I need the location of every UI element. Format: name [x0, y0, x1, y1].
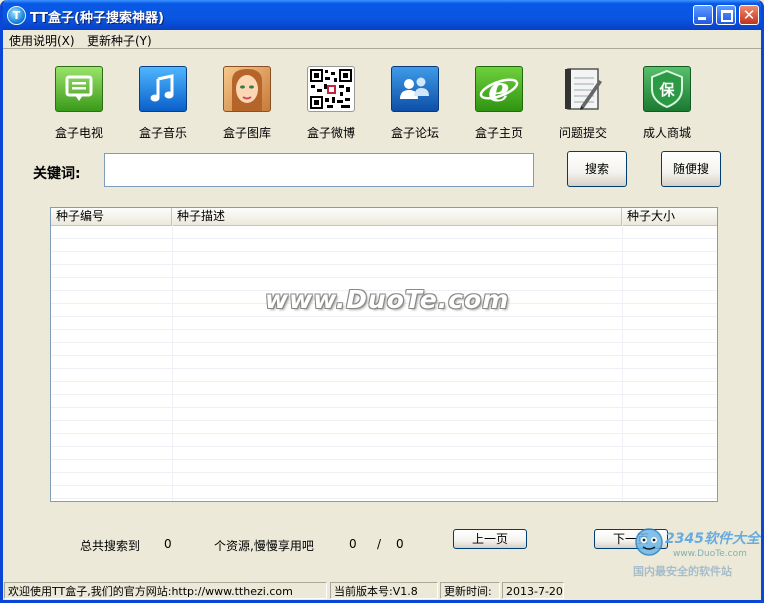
column-divider	[172, 225, 173, 501]
maximize-button[interactable]	[716, 5, 736, 25]
toolbar-item-tv[interactable]: 盒子电视	[43, 66, 115, 141]
current-page: 0	[349, 537, 357, 551]
table-row-line	[51, 420, 717, 421]
watermark-text: www.DuoTe.com	[265, 285, 510, 314]
notebook-icon	[559, 66, 607, 112]
toolbar-label: 成人商城	[642, 126, 691, 140]
status-bar: 欢迎使用TT盒子,我们的官方网站:http://www.tthezi.com 当…	[3, 580, 761, 600]
toolbar-label: 问题提交	[558, 126, 607, 140]
shield-icon: 保	[643, 66, 691, 112]
prev-page-button[interactable]: 上一页	[453, 529, 527, 549]
page-separator: /	[377, 537, 382, 551]
status-welcome: 欢迎使用TT盒子,我们的官方网站:http://www.tthezi.com	[4, 582, 327, 599]
table-row-line	[51, 368, 717, 369]
music-icon	[139, 66, 187, 112]
total-count: 0	[164, 537, 172, 551]
toolbar-label: 盒子微博	[306, 126, 355, 140]
toolbar-label: 盒子电视	[54, 126, 103, 140]
gallery-icon	[223, 66, 271, 112]
table-row-line	[51, 355, 717, 356]
tv-icon	[55, 66, 103, 112]
table-row-line	[51, 316, 717, 317]
random-search-button[interactable]: 随便搜	[661, 151, 721, 187]
window-title: TT盒子(种子搜索神器)	[30, 11, 164, 26]
column-header-seed-size[interactable]: 种子大小	[622, 208, 717, 225]
overlay-url: www.DuoTe.com	[673, 549, 747, 559]
title-bar[interactable]: T TT盒子(种子搜索神器) ✕	[3, 0, 761, 30]
table-row-line	[51, 251, 717, 252]
ie-home-icon: e	[475, 66, 523, 112]
toolbar-item-homepage[interactable]: e 盒子主页	[463, 66, 535, 141]
close-icon: ✕	[742, 6, 756, 24]
table-row-line	[51, 459, 717, 460]
table-row-line	[51, 446, 717, 447]
column-header-seed-description[interactable]: 种子描述	[172, 208, 622, 225]
table-header: 种子编号 种子描述 种子大小	[51, 208, 717, 226]
menu-separator	[3, 48, 761, 49]
menu-update-seeds[interactable]: 更新种子(Y)	[87, 32, 152, 49]
close-button[interactable]: ✕	[739, 5, 759, 25]
overlay-brand: 2345软件大全	[665, 530, 761, 547]
toolbar-item-gallery[interactable]: 盒子图库	[211, 66, 283, 141]
total-found-label: 总共搜索到	[80, 539, 141, 553]
toolbar-item-mall[interactable]: 保 成人商城	[631, 66, 703, 141]
table-row-line	[51, 472, 717, 473]
table-row-line	[51, 381, 717, 382]
status-update-date: 2013-7-20	[502, 582, 564, 599]
shield-glyph: 保	[658, 81, 675, 99]
site-overlay-logo: 2345软件大全 www.DuoTe.com 国内最安全的软件站	[629, 525, 761, 581]
table-row-line	[51, 329, 717, 330]
search-button[interactable]: 搜索	[567, 151, 627, 187]
status-version: 当前版本号:V1.8	[330, 582, 438, 599]
keyword-label: 关键词:	[33, 166, 81, 182]
results-table[interactable]: 种子编号 种子描述 种子大小	[50, 207, 718, 502]
menu-help[interactable]: 使用说明(X)	[9, 32, 75, 49]
keyword-input[interactable]	[104, 153, 534, 187]
column-divider	[622, 225, 623, 501]
app-icon[interactable]: T	[7, 6, 26, 25]
resource-text: 个资源,慢慢享用吧	[214, 539, 314, 553]
svg-text:e: e	[488, 70, 510, 110]
table-row-line	[51, 485, 717, 486]
menu-bar: 使用说明(X) 更新种子(Y)	[3, 30, 761, 48]
toolbar-label: 盒子音乐	[138, 126, 187, 140]
table-row-line	[51, 264, 717, 265]
table-row-line	[51, 407, 717, 408]
app-window: T TT盒子(种子搜索神器) ✕ 使用说明(X) 更新种子(Y) 盒子电视 盒子…	[0, 0, 764, 603]
table-row-line	[51, 342, 717, 343]
maximize-icon	[721, 10, 733, 22]
status-update-label: 更新时间:	[440, 582, 500, 599]
toolbar-label: 盒子主页	[474, 126, 523, 140]
toolbar-item-weibo[interactable]: 盒子微博	[295, 66, 367, 141]
table-row-line	[51, 394, 717, 395]
minimize-icon	[698, 17, 706, 20]
minimize-button[interactable]	[693, 5, 713, 25]
toolbar-item-feedback[interactable]: 问题提交	[547, 66, 619, 141]
toolbar-item-forum[interactable]: 盒子论坛	[379, 66, 451, 141]
toolbar-label: 盒子图库	[222, 126, 271, 140]
qr-code-icon	[307, 66, 355, 112]
table-row-line	[51, 238, 717, 239]
forum-icon	[391, 66, 439, 112]
table-row-line	[51, 433, 717, 434]
column-header-seed-id[interactable]: 种子编号	[51, 208, 172, 225]
table-row-line	[51, 498, 717, 499]
table-row-line	[51, 277, 717, 278]
total-pages: 0	[396, 537, 404, 551]
toolbar-item-music[interactable]: 盒子音乐	[127, 66, 199, 141]
overlay-slogan: 国内最安全的软件站	[633, 564, 732, 578]
toolbar-label: 盒子论坛	[390, 126, 439, 140]
